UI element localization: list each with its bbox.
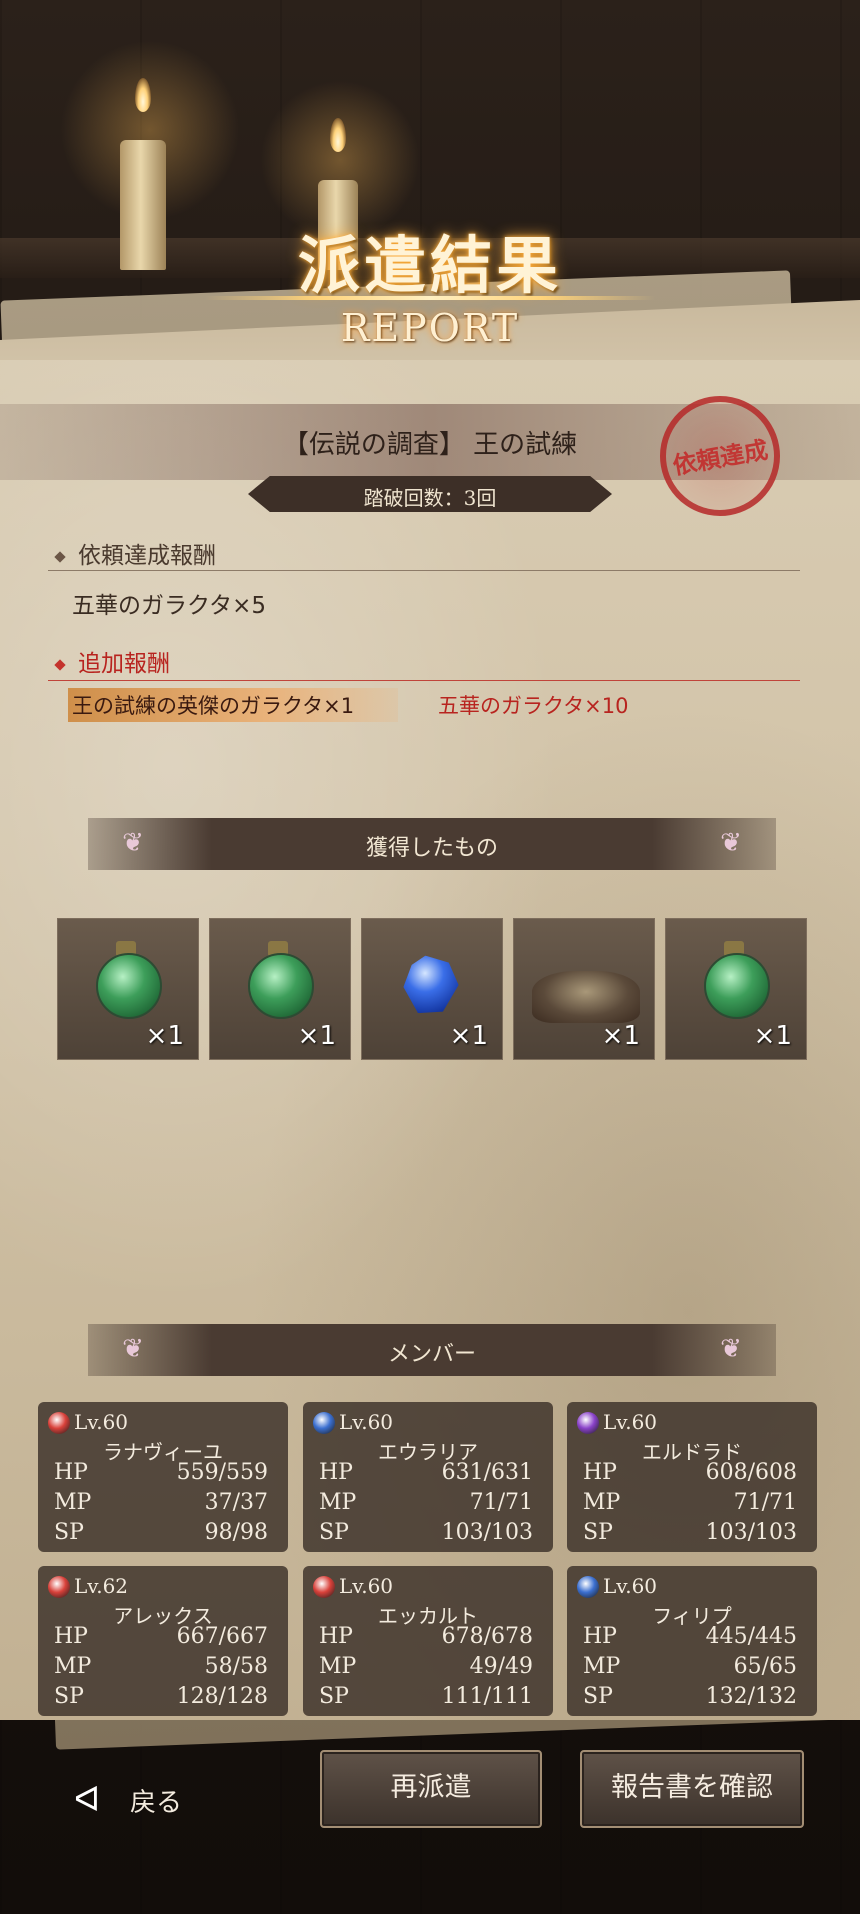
- base-reward-heading-text: 依頼達成報酬: [78, 543, 216, 569]
- clear-count: 踏破回数：3回: [363, 486, 497, 510]
- stat-value: 103/103: [441, 1520, 533, 1545]
- member-card[interactable]: Lv.60 ラナヴィーユ HP 559/559 MP 37/37 SP 98/98: [38, 1402, 288, 1552]
- stat-value: 103/103: [705, 1520, 797, 1545]
- stat-label: HP: [319, 1624, 353, 1649]
- base-reward-item: 五華のガラクタ×5: [72, 593, 266, 619]
- stat-value: 58/58: [204, 1654, 268, 1679]
- stat-value: 37/37: [204, 1490, 268, 1515]
- stat-label: SP: [583, 1684, 613, 1709]
- member-level: Lv.60: [603, 1410, 658, 1434]
- page-subtitle: REPORT: [340, 306, 520, 350]
- stat-value: 559/559: [176, 1460, 268, 1485]
- member-card[interactable]: Lv.60 エルドラド HP 608/608 MP 71/71 SP 103/103: [567, 1402, 817, 1552]
- obtained-heading: 獲得したもの: [365, 836, 498, 861]
- element-icon: [313, 1576, 335, 1598]
- green-potion-icon: [96, 953, 162, 1019]
- member-level: Lv.60: [74, 1410, 129, 1434]
- item-quantity: ×1: [297, 1021, 336, 1051]
- member-card[interactable]: Lv.60 フィリプ HP 445/445 MP 65/65 SP 132/132: [567, 1566, 817, 1716]
- obtained-item[interactable]: ×1: [361, 918, 503, 1060]
- section-divider: [48, 680, 800, 681]
- stat-label: MP: [54, 1654, 92, 1679]
- members-header-band: ❦ メンバー ❦: [88, 1324, 776, 1376]
- stat-value: 132/132: [705, 1684, 797, 1709]
- stat-label: MP: [583, 1654, 621, 1679]
- stat-value: 128/128: [176, 1684, 268, 1709]
- extra-reward-item: 王の試練の英傑のガラクタ×1: [72, 694, 355, 718]
- ornament-right-icon: ❦: [720, 828, 742, 858]
- diamond-bullet-icon: [54, 658, 66, 671]
- page-title: 派遣結果: [297, 229, 562, 302]
- stat-value: 111/111: [441, 1684, 533, 1709]
- member-level: Lv.60: [603, 1574, 658, 1598]
- stat-label: MP: [319, 1490, 357, 1515]
- stat-label: HP: [54, 1624, 88, 1649]
- item-quantity: ×1: [753, 1021, 792, 1051]
- stat-label: MP: [319, 1654, 357, 1679]
- obtained-item[interactable]: ×1: [57, 918, 199, 1060]
- stat-value: 98/98: [204, 1520, 268, 1545]
- element-icon: [48, 1576, 70, 1598]
- stat-value: 667/667: [176, 1624, 268, 1649]
- member-card[interactable]: Lv.60 エッカルト HP 678/678 MP 49/49 SP 111/111: [303, 1566, 553, 1716]
- element-icon: [577, 1412, 599, 1434]
- stat-label: HP: [583, 1624, 617, 1649]
- stat-label: SP: [54, 1520, 84, 1545]
- junk-pile-icon: [532, 971, 640, 1023]
- stamp-text: 依頼達成: [670, 435, 771, 481]
- blue-gem-icon: [399, 953, 462, 1019]
- stat-label: HP: [319, 1460, 353, 1485]
- extra-reward-heading-text: 追加報酬: [78, 651, 170, 677]
- item-quantity: ×1: [601, 1021, 640, 1051]
- stat-value: 678/678: [441, 1624, 533, 1649]
- obtained-header-band: ❦ 獲得したもの ❦: [88, 818, 776, 870]
- extra-reward-heading: 追加報酬: [54, 644, 170, 678]
- member-level: Lv.60: [339, 1574, 394, 1598]
- item-quantity: ×1: [449, 1021, 488, 1051]
- redispatch-button[interactable]: 再派遣: [320, 1750, 542, 1828]
- stat-label: SP: [319, 1520, 349, 1545]
- stat-value: 65/65: [733, 1654, 797, 1679]
- stat-value: 445/445: [705, 1624, 797, 1649]
- section-divider: [48, 570, 800, 571]
- element-icon: [48, 1412, 70, 1434]
- stat-label: SP: [54, 1684, 84, 1709]
- item-quantity: ×1: [145, 1021, 184, 1051]
- members-heading: メンバー: [387, 1342, 476, 1367]
- element-icon: [577, 1576, 599, 1598]
- obtained-item[interactable]: ×1: [513, 918, 655, 1060]
- stat-value: 71/71: [469, 1490, 533, 1515]
- base-reward-heading: 依頼達成報酬: [54, 536, 216, 570]
- stat-value: 608/608: [705, 1460, 797, 1485]
- member-card[interactable]: Lv.62 アレックス HP 667/667 MP 58/58 SP 128/128: [38, 1566, 288, 1716]
- check-report-button[interactable]: 報告書を確認: [580, 1750, 804, 1828]
- diamond-bullet-icon: [54, 550, 66, 563]
- green-potion-icon: [704, 953, 770, 1019]
- element-icon: [313, 1412, 335, 1434]
- stat-label: HP: [54, 1460, 88, 1485]
- stat-label: HP: [583, 1460, 617, 1485]
- extra-reward-item: 五華のガラクタ×10: [438, 694, 629, 718]
- stat-label: MP: [583, 1490, 621, 1515]
- candle-flame: [330, 118, 346, 152]
- stat-label: SP: [319, 1684, 349, 1709]
- obtained-item[interactable]: ×1: [665, 918, 807, 1060]
- title-divider: [205, 296, 655, 300]
- stat-label: MP: [54, 1490, 92, 1515]
- stat-label: SP: [583, 1520, 613, 1545]
- green-potion-icon: [248, 953, 314, 1019]
- member-level: Lv.62: [74, 1574, 129, 1598]
- stat-value: 49/49: [469, 1654, 533, 1679]
- candle-flame: [135, 78, 151, 112]
- member-card[interactable]: Lv.60 エウラリア HP 631/631 MP 71/71 SP 103/103: [303, 1402, 553, 1552]
- obtained-item[interactable]: ×1: [209, 918, 351, 1060]
- back-arrow-icon: ᐊ: [74, 1780, 101, 1820]
- stat-value: 71/71: [733, 1490, 797, 1515]
- stat-value: 631/631: [441, 1460, 533, 1485]
- back-label: 戻る: [130, 1788, 183, 1818]
- member-level: Lv.60: [339, 1410, 394, 1434]
- ornament-right-icon: ❦: [720, 1334, 742, 1364]
